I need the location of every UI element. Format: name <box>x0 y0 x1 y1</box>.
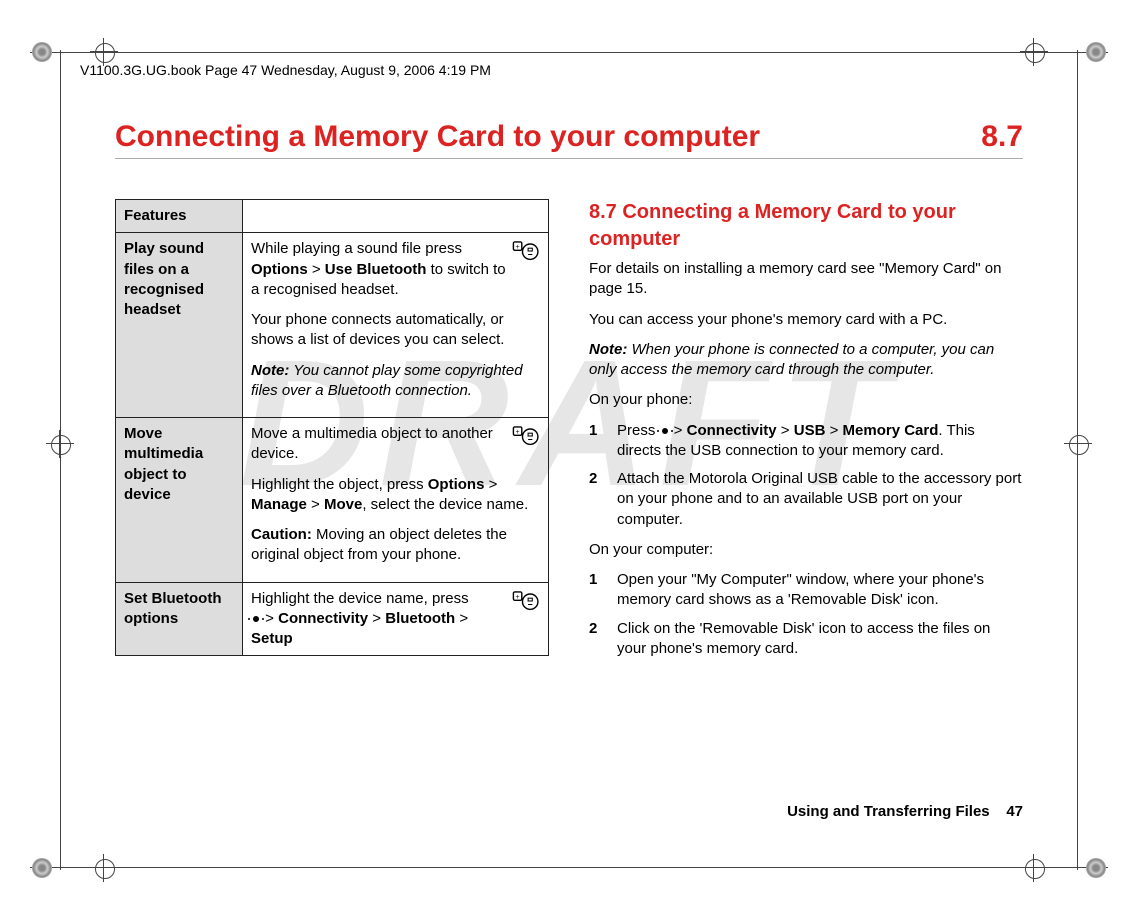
text: Move a multimedia object to another devi… <box>251 424 540 465</box>
svg-text:+: + <box>516 593 520 600</box>
registration-rosette-icon <box>32 42 52 62</box>
menu-path: Use Bluetooth <box>325 261 427 278</box>
left-column: Features Play sound files on a recognise… <box>115 199 549 669</box>
note-label: Note: <box>589 341 627 358</box>
footer-page-number: 47 <box>1006 803 1023 820</box>
feature-desc-cell: + Highlight the device name, press > Con… <box>243 582 549 656</box>
menu-path: Memory Card <box>843 422 939 439</box>
right-column: 8.7 Connecting a Memory Card to your com… <box>589 199 1023 669</box>
text: > <box>307 496 324 513</box>
crop-mark-icon <box>90 854 118 882</box>
crop-mark-icon <box>1020 38 1048 66</box>
page-title: Connecting a Memory Card to your compute… <box>115 120 1023 159</box>
crop-mark-icon <box>1064 430 1092 458</box>
table-row: Move multimedia object to device + Move … <box>116 418 549 583</box>
bluetooth-device-icon: + <box>512 424 540 448</box>
feature-name-cell: Play sound files on a recognised headset <box>116 233 243 418</box>
list-heading: On your phone: <box>589 390 1023 410</box>
note-label: Note: <box>251 362 289 379</box>
step-number: 1 <box>589 421 603 462</box>
paragraph: For details on installing a memory card … <box>589 259 1023 300</box>
crop-mark-icon <box>1020 854 1048 882</box>
text: Attach the Motorola Original USB cable t… <box>617 469 1023 530</box>
computer-steps-list: 1 Open your "My Computer" window, where … <box>589 570 1023 659</box>
menu-path: Options <box>428 476 485 493</box>
list-item: 2 Click on the 'Removable Disk' icon to … <box>589 619 1023 660</box>
title-text: Connecting a Memory Card to your compute… <box>115 120 760 154</box>
table-row: Play sound files on a recognised headset… <box>116 233 549 418</box>
text: > <box>777 422 794 439</box>
registration-rosette-icon <box>1086 42 1106 62</box>
menu-path: Move <box>324 496 362 513</box>
text: > <box>484 476 497 493</box>
feature-name-cell: Move multimedia object to device <box>116 418 243 583</box>
menu-path: USB <box>794 422 826 439</box>
registration-rosette-icon <box>32 858 52 878</box>
feature-desc-cell: + Move a multimedia object to another de… <box>243 418 549 583</box>
note-text: You cannot play some copyrighted files o… <box>251 362 523 399</box>
features-table: Features Play sound files on a recognise… <box>115 199 549 656</box>
text: Your phone connects automatically, or sh… <box>251 310 540 351</box>
section-heading: 8.7 Connecting a Memory Card to your com… <box>589 199 1023 253</box>
nav-key-icon <box>251 614 261 624</box>
feature-name-cell: Set Bluetooth options <box>116 582 243 656</box>
text: > <box>368 610 385 627</box>
list-item: 1 Press > Connectivity > USB > Memory Ca… <box>589 421 1023 462</box>
text: > <box>825 422 842 439</box>
step-number: 2 <box>589 619 603 660</box>
list-heading: On your computer: <box>589 540 1023 560</box>
caution-label: Caution: <box>251 526 312 543</box>
text: , select the device name. <box>362 496 528 513</box>
footer-chapter: Using and Transferring Files <box>787 803 990 820</box>
menu-path: Options <box>251 261 308 278</box>
svg-text:+: + <box>516 429 520 436</box>
phone-steps-list: 1 Press > Connectivity > USB > Memory Ca… <box>589 421 1023 530</box>
bluetooth-device-icon: + <box>512 589 540 613</box>
menu-path: Bluetooth <box>385 610 455 627</box>
feature-desc-cell: + While playing a sound file press Optio… <box>243 233 549 418</box>
features-header-cell: Features <box>116 200 243 233</box>
svg-text:+: + <box>516 244 520 251</box>
text: While playing a sound file press <box>251 240 462 257</box>
crop-line-top <box>30 52 1108 53</box>
menu-path: Connectivity <box>687 422 777 439</box>
page-footer: Using and Transferring Files 47 <box>787 803 1023 820</box>
list-item: 2 Attach the Motorola Original USB cable… <box>589 469 1023 530</box>
features-header-empty <box>243 200 549 233</box>
step-number: 1 <box>589 570 603 611</box>
bluetooth-device-icon: + <box>512 239 540 263</box>
registration-rosette-icon <box>1086 858 1106 878</box>
list-item: 1 Open your "My Computer" window, where … <box>589 570 1023 611</box>
menu-path: Setup <box>251 630 293 647</box>
paragraph: You can access your phone's memory card … <box>589 310 1023 330</box>
step-number: 2 <box>589 469 603 530</box>
header-metadata: V1100.3G.UG.book Page 47 Wednesday, Augu… <box>80 62 491 78</box>
text: Click on the 'Removable Disk' icon to ac… <box>617 619 1023 660</box>
menu-path: Manage <box>251 496 307 513</box>
text: Press <box>617 422 660 439</box>
text: > <box>308 261 325 278</box>
note-text: When your phone is connected to a comput… <box>589 341 994 378</box>
nav-key-icon <box>660 426 670 436</box>
crop-line-bottom <box>30 867 1108 868</box>
text: > <box>670 422 687 439</box>
crop-line-right <box>1077 50 1078 870</box>
text: > <box>261 610 278 627</box>
text: Highlight the device name, press <box>251 590 469 607</box>
text: Highlight the object, press <box>251 476 428 493</box>
table-row: Set Bluetooth options + Highlight the de… <box>116 582 549 656</box>
text: Open your "My Computer" window, where yo… <box>617 570 1023 611</box>
section-number: 8.7 <box>981 120 1023 154</box>
text: > <box>455 610 468 627</box>
crop-mark-icon <box>46 430 74 458</box>
crop-line-left <box>60 50 61 870</box>
menu-path: Connectivity <box>278 610 368 627</box>
page-content: Connecting a Memory Card to your compute… <box>115 120 1023 820</box>
